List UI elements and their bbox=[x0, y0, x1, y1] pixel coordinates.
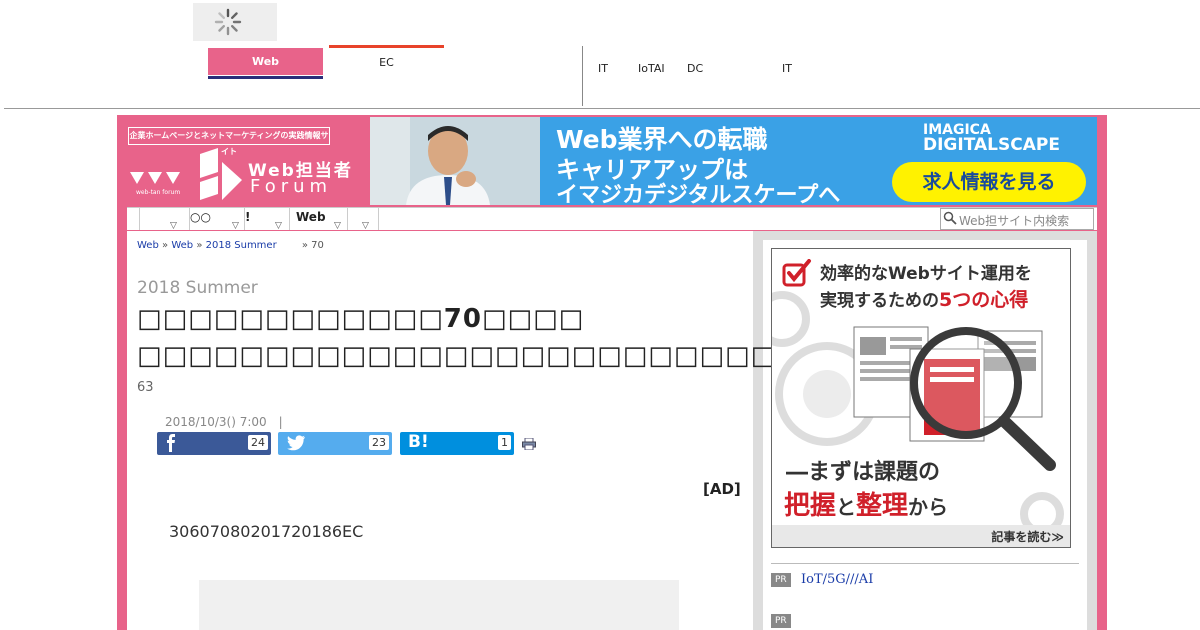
pr-badge-2: PR bbox=[771, 614, 791, 628]
read-more-bar[interactable]: 記事を読む≫ bbox=[772, 525, 1070, 547]
nav-item-3[interactable]: ! ▽ bbox=[244, 208, 290, 231]
ad-headline-4c: 整理 bbox=[856, 491, 909, 521]
pr-badge: PR bbox=[771, 573, 791, 587]
nav-item-2[interactable]: ○○ ▽ bbox=[189, 208, 245, 231]
chevron-down-icon: ▽ bbox=[334, 221, 341, 231]
breadcrumb-separator: » bbox=[162, 240, 169, 251]
hatena-icon: B! bbox=[408, 432, 429, 452]
ad-headline-4a: 把握 bbox=[784, 491, 837, 521]
site-search-input[interactable]: Web担サイト内検索 bbox=[940, 208, 1094, 230]
search-placeholder: Web担サイト内検索 bbox=[959, 214, 1070, 228]
breadcrumb-link-2[interactable]: Web bbox=[171, 240, 193, 251]
facebook-share-button[interactable]: 24 bbox=[157, 432, 271, 455]
ad-headline-3: ―まずは課題の bbox=[786, 460, 941, 485]
chevron-down-icon: ▽ bbox=[275, 221, 282, 231]
global-header: Web EC IT IoTAI DC IT bbox=[0, 0, 1200, 110]
ad-headline-4b: と bbox=[836, 495, 857, 519]
breadcrumb-current: » 70 bbox=[301, 240, 324, 251]
facebook-count: 24 bbox=[248, 435, 268, 450]
twitter-share-button[interactable]: 23 bbox=[278, 432, 392, 455]
ad-headline-2: 実現するための5つの心得 bbox=[820, 285, 1028, 312]
ad-headline-4: 把握と整理から bbox=[784, 485, 948, 522]
k-mark-icon bbox=[200, 148, 242, 200]
chevron-down-icon: ▽ bbox=[362, 221, 369, 231]
nav-item-4-label: Web bbox=[296, 210, 326, 224]
ad-label: [AD] bbox=[703, 480, 741, 498]
header-rule bbox=[4, 108, 1200, 109]
nav-item-2-label: ○○ bbox=[190, 210, 211, 224]
read-more-link[interactable]: 記事を読む≫ bbox=[991, 528, 1064, 545]
nav-item-1[interactable]: ▽ bbox=[139, 208, 190, 231]
chevron-down-icon: ▽ bbox=[170, 221, 177, 231]
breadcrumb-separator: » bbox=[196, 240, 203, 251]
sidebar-ad[interactable]: 効率的なWebサイト運用を 実現するための5つの心得 ―まずは課題の 把握と整理… bbox=[771, 248, 1071, 548]
breadcrumb: Web » Web » 2018 Summer » 70 bbox=[137, 240, 324, 251]
job-info-button[interactable]: 求人情報を見る bbox=[892, 162, 1086, 202]
ad-headline-2a: 実現するための bbox=[820, 291, 939, 311]
hatena-count: 1 bbox=[498, 435, 511, 450]
banner-headline-3: イマジカデジタルスケープへ bbox=[556, 183, 841, 205]
article-title: □□□□□□□□□□□□70□□□□ □□□□□□□□□□□□□□□□□□□□□… bbox=[137, 304, 956, 371]
site-tagline: 企業ホームページとネットマーケティングの実践情報サイト bbox=[128, 127, 330, 156]
logo-subtitle: web-tan forum bbox=[136, 189, 181, 196]
loading-logo bbox=[193, 3, 277, 41]
ad-headline-1: 効率的なWebサイト運用を bbox=[820, 264, 1032, 284]
loading-spinner-icon bbox=[214, 8, 242, 36]
nav-item-4[interactable]: Web ▽ bbox=[289, 208, 348, 231]
tab-ec-topline bbox=[329, 45, 444, 48]
sidebar-divider bbox=[771, 563, 1079, 564]
ad-headline-4d: から bbox=[908, 495, 949, 519]
businessman-photo bbox=[370, 117, 540, 205]
ad-placeholder bbox=[199, 580, 679, 630]
checkbox-icon bbox=[782, 259, 811, 287]
print-icon[interactable] bbox=[522, 438, 536, 450]
article-date: 2018/10/3() 7:00 | bbox=[165, 415, 283, 429]
ad-headline-2b: 5つの心得 bbox=[939, 289, 1029, 311]
header-nav-it-2[interactable]: IT bbox=[782, 62, 792, 75]
hatena-bookmark-button[interactable]: B! 1 bbox=[400, 432, 514, 455]
header-divider bbox=[582, 46, 583, 106]
breadcrumb-link-3[interactable]: 2018 Summer bbox=[206, 240, 277, 251]
article-count: 63 bbox=[137, 380, 154, 395]
recruit-banner[interactable]: Web業界への転職 キャリアアップは イマジカデジタルスケープへ IMAGICA… bbox=[370, 117, 1097, 205]
twitter-icon bbox=[287, 435, 305, 451]
tab-ec[interactable]: EC bbox=[329, 56, 444, 69]
nav-item-3-label: ! bbox=[245, 210, 251, 224]
chevron-down-icon: ▽ bbox=[232, 221, 239, 231]
site-forum: Forum bbox=[250, 176, 333, 197]
header-nav-dc[interactable]: DC bbox=[687, 62, 703, 75]
pr-link[interactable]: IoT/5G///AI bbox=[801, 572, 873, 587]
facebook-icon bbox=[167, 434, 175, 452]
article-lead: 30607080201720186EC bbox=[169, 522, 364, 541]
search-icon bbox=[943, 211, 957, 225]
banner-brand-bottom: DIGITALSCAPE bbox=[923, 135, 1060, 155]
breadcrumb-link-1[interactable]: Web bbox=[137, 240, 159, 251]
header-nav-it[interactable]: IT bbox=[598, 62, 608, 75]
header-nav-iotai[interactable]: IoTAI bbox=[638, 62, 665, 75]
twitter-count: 23 bbox=[369, 435, 389, 450]
site-logo[interactable]: 企業ホームページとネットマーケティングの実践情報サイト web-tan foru… bbox=[128, 118, 368, 206]
tab-web-underline bbox=[208, 76, 323, 79]
tab-web[interactable]: Web bbox=[208, 48, 323, 75]
series-label[interactable]: 2018 Summer bbox=[137, 278, 258, 298]
nav-item-5[interactable]: ▽ bbox=[347, 208, 379, 231]
